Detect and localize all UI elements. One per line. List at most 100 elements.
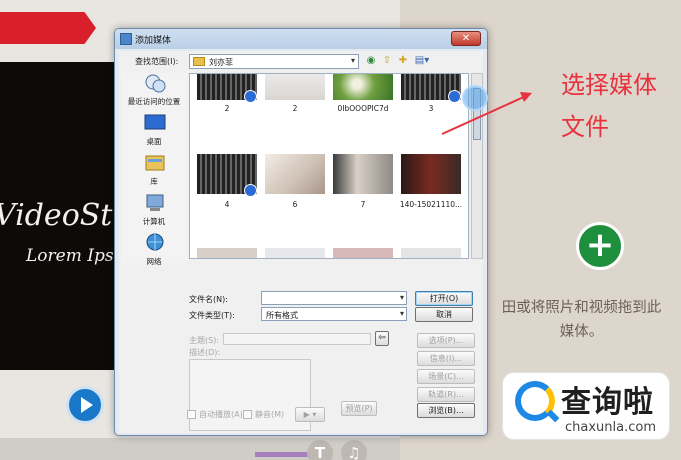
network-icon [146,233,164,251]
current-folder: 刘亦菲 [209,58,233,67]
search-logo-icon [515,381,555,421]
close-icon: ✕ [461,33,471,44]
autoplay-checkbox[interactable] [187,410,196,419]
play-button[interactable] [66,386,104,424]
file-name: 0IbOOOPIC7d [337,104,389,113]
dialog-title: 添加媒体 [135,36,172,46]
chevron-down-icon: ▾ [399,309,404,318]
options-button[interactable]: 选项(P)... [417,333,475,348]
drop-hint: 田或将照片和视频拖到此 媒体。 [482,296,681,344]
music-track-icon[interactable]: ♫ [341,440,367,460]
places-bar: 最近访问的位置 桌面 库 计算机 网络 [121,73,187,266]
file-item[interactable]: 2 [194,74,260,132]
playback-button[interactable]: ▶ ▾ [295,407,325,422]
preview-button[interactable]: 预览(P) [341,401,377,416]
image-thumbnail [333,154,393,194]
library-icon [145,155,165,171]
info-button[interactable]: 信息(I)... [417,351,475,366]
desktop-icon [144,114,166,130]
image-thumbnail [401,154,461,194]
play-icon: ▶ ▾ [303,410,317,419]
filename-input[interactable]: ▾ [261,291,407,305]
drop-hint-line1: 田或将照片和视频拖到此 [501,300,662,316]
up-folder-icon[interactable]: ⇧ [381,55,393,67]
watermark-name: 查询啦 [561,385,654,420]
plus-icon: + [585,224,615,265]
new-folder-icon[interactable]: ✚ [397,55,409,67]
file-item[interactable]: 4 [194,144,260,224]
place-computer[interactable]: 计算机 [121,193,187,233]
recent-places-icon [145,74,166,93]
file-name: 6 [292,200,298,209]
annotation-arrow-icon [441,92,532,135]
filename-label: 文件名(N): [189,295,228,304]
cancel-button[interactable]: 取消 [415,307,473,322]
look-in-select[interactable]: 刘亦菲 ▾ [189,54,359,69]
image-thumbnail [333,74,393,100]
drop-hint-line2: 媒体。 [559,324,604,340]
folder-icon [193,57,205,66]
timeline [0,438,400,460]
place-label: 最近访问的位置 [127,97,181,106]
file-name: 2 [292,104,298,113]
chevron-down-icon: ▾ [350,56,355,65]
annotation-line1: 选择媒体 [561,71,657,99]
description-field[interactable] [189,359,311,431]
red-ribbon-banner [0,12,96,44]
place-desktop[interactable]: 桌面 [121,113,187,153]
file-name: 140-15021110... [399,200,463,209]
filetype-label: 文件类型(T): [189,311,235,320]
watermark-domain: chaxunla.com [565,420,656,435]
file-item[interactable]: 7 [330,144,396,224]
subject-back-button[interactable]: ⇦ [375,331,389,346]
annotation-line2: 文件 [561,113,609,141]
file-name: 4 [224,200,230,209]
app-icon [120,33,132,45]
video-badge-icon [244,184,257,197]
place-label: 计算机 [142,217,166,226]
file-thumbnail-partial[interactable] [401,248,461,258]
file-name: 7 [360,200,366,209]
place-library[interactable]: 库 [121,153,187,193]
timeline-clip[interactable] [255,452,315,457]
place-label: 库 [150,177,158,186]
preview-subtitle: Lorem Ipsu [26,246,125,266]
dialog-body: 查找范围(I): 刘亦菲 ▾ ◉ ⇧ ✚ ▤▾ 最近访问的位置 桌面 库 计算机… [119,51,483,433]
computer-icon [146,194,164,211]
add-media-button[interactable]: + [576,222,624,270]
description-label: 描述(D): [189,348,221,357]
back-icon[interactable]: ◉ [365,55,377,67]
file-thumbnail-partial[interactable] [265,248,325,258]
place-recent[interactable]: 最近访问的位置 [121,73,187,113]
subject-label: 主题(S): [189,336,220,345]
file-thumbnail-partial[interactable] [333,248,393,258]
view-menu-icon[interactable]: ▤▾ [413,55,431,67]
video-badge-icon [244,90,257,103]
close-button[interactable]: ✕ [451,31,481,46]
image-thumbnail [265,74,325,100]
mute-checkbox[interactable] [243,410,252,419]
scene-button[interactable]: 场景(C)... [417,369,475,384]
mute-label: 静音(M) [255,410,285,419]
place-network[interactable]: 网络 [121,233,187,273]
chevron-down-icon: ▾ [399,293,404,302]
open-button[interactable]: 打开(O) [415,291,473,306]
title-track-icon[interactable]: T [307,440,333,460]
file-item[interactable]: 0IbOOOPIC7d [330,74,396,132]
tracks-button[interactable]: 轨道(R)... [417,387,475,402]
file-item[interactable]: 140-15021110... [398,144,464,224]
watermark-logo: 查询啦 chaxunla.com [502,372,670,440]
subject-field[interactable] [223,333,371,345]
file-item[interactable]: 2 [262,74,328,132]
image-thumbnail [265,154,325,194]
file-list[interactable]: 2 2 0IbOOOPIC7d 3 4 6 7 140-15021110... [189,73,469,259]
file-item[interactable]: 6 [262,144,328,224]
look-in-label: 查找范围(I): [135,57,179,66]
play-icon [81,397,93,413]
preview-title: VideoStu [0,198,132,233]
autoplay-label: 自动播放(A) [199,410,243,419]
filetype-select[interactable]: 所有格式 ▾ [261,307,407,321]
browse-button[interactable]: 浏览(B)... [417,403,475,418]
file-thumbnail-partial[interactable] [197,248,257,258]
dialog-titlebar[interactable]: 添加媒体 ✕ [115,29,487,49]
